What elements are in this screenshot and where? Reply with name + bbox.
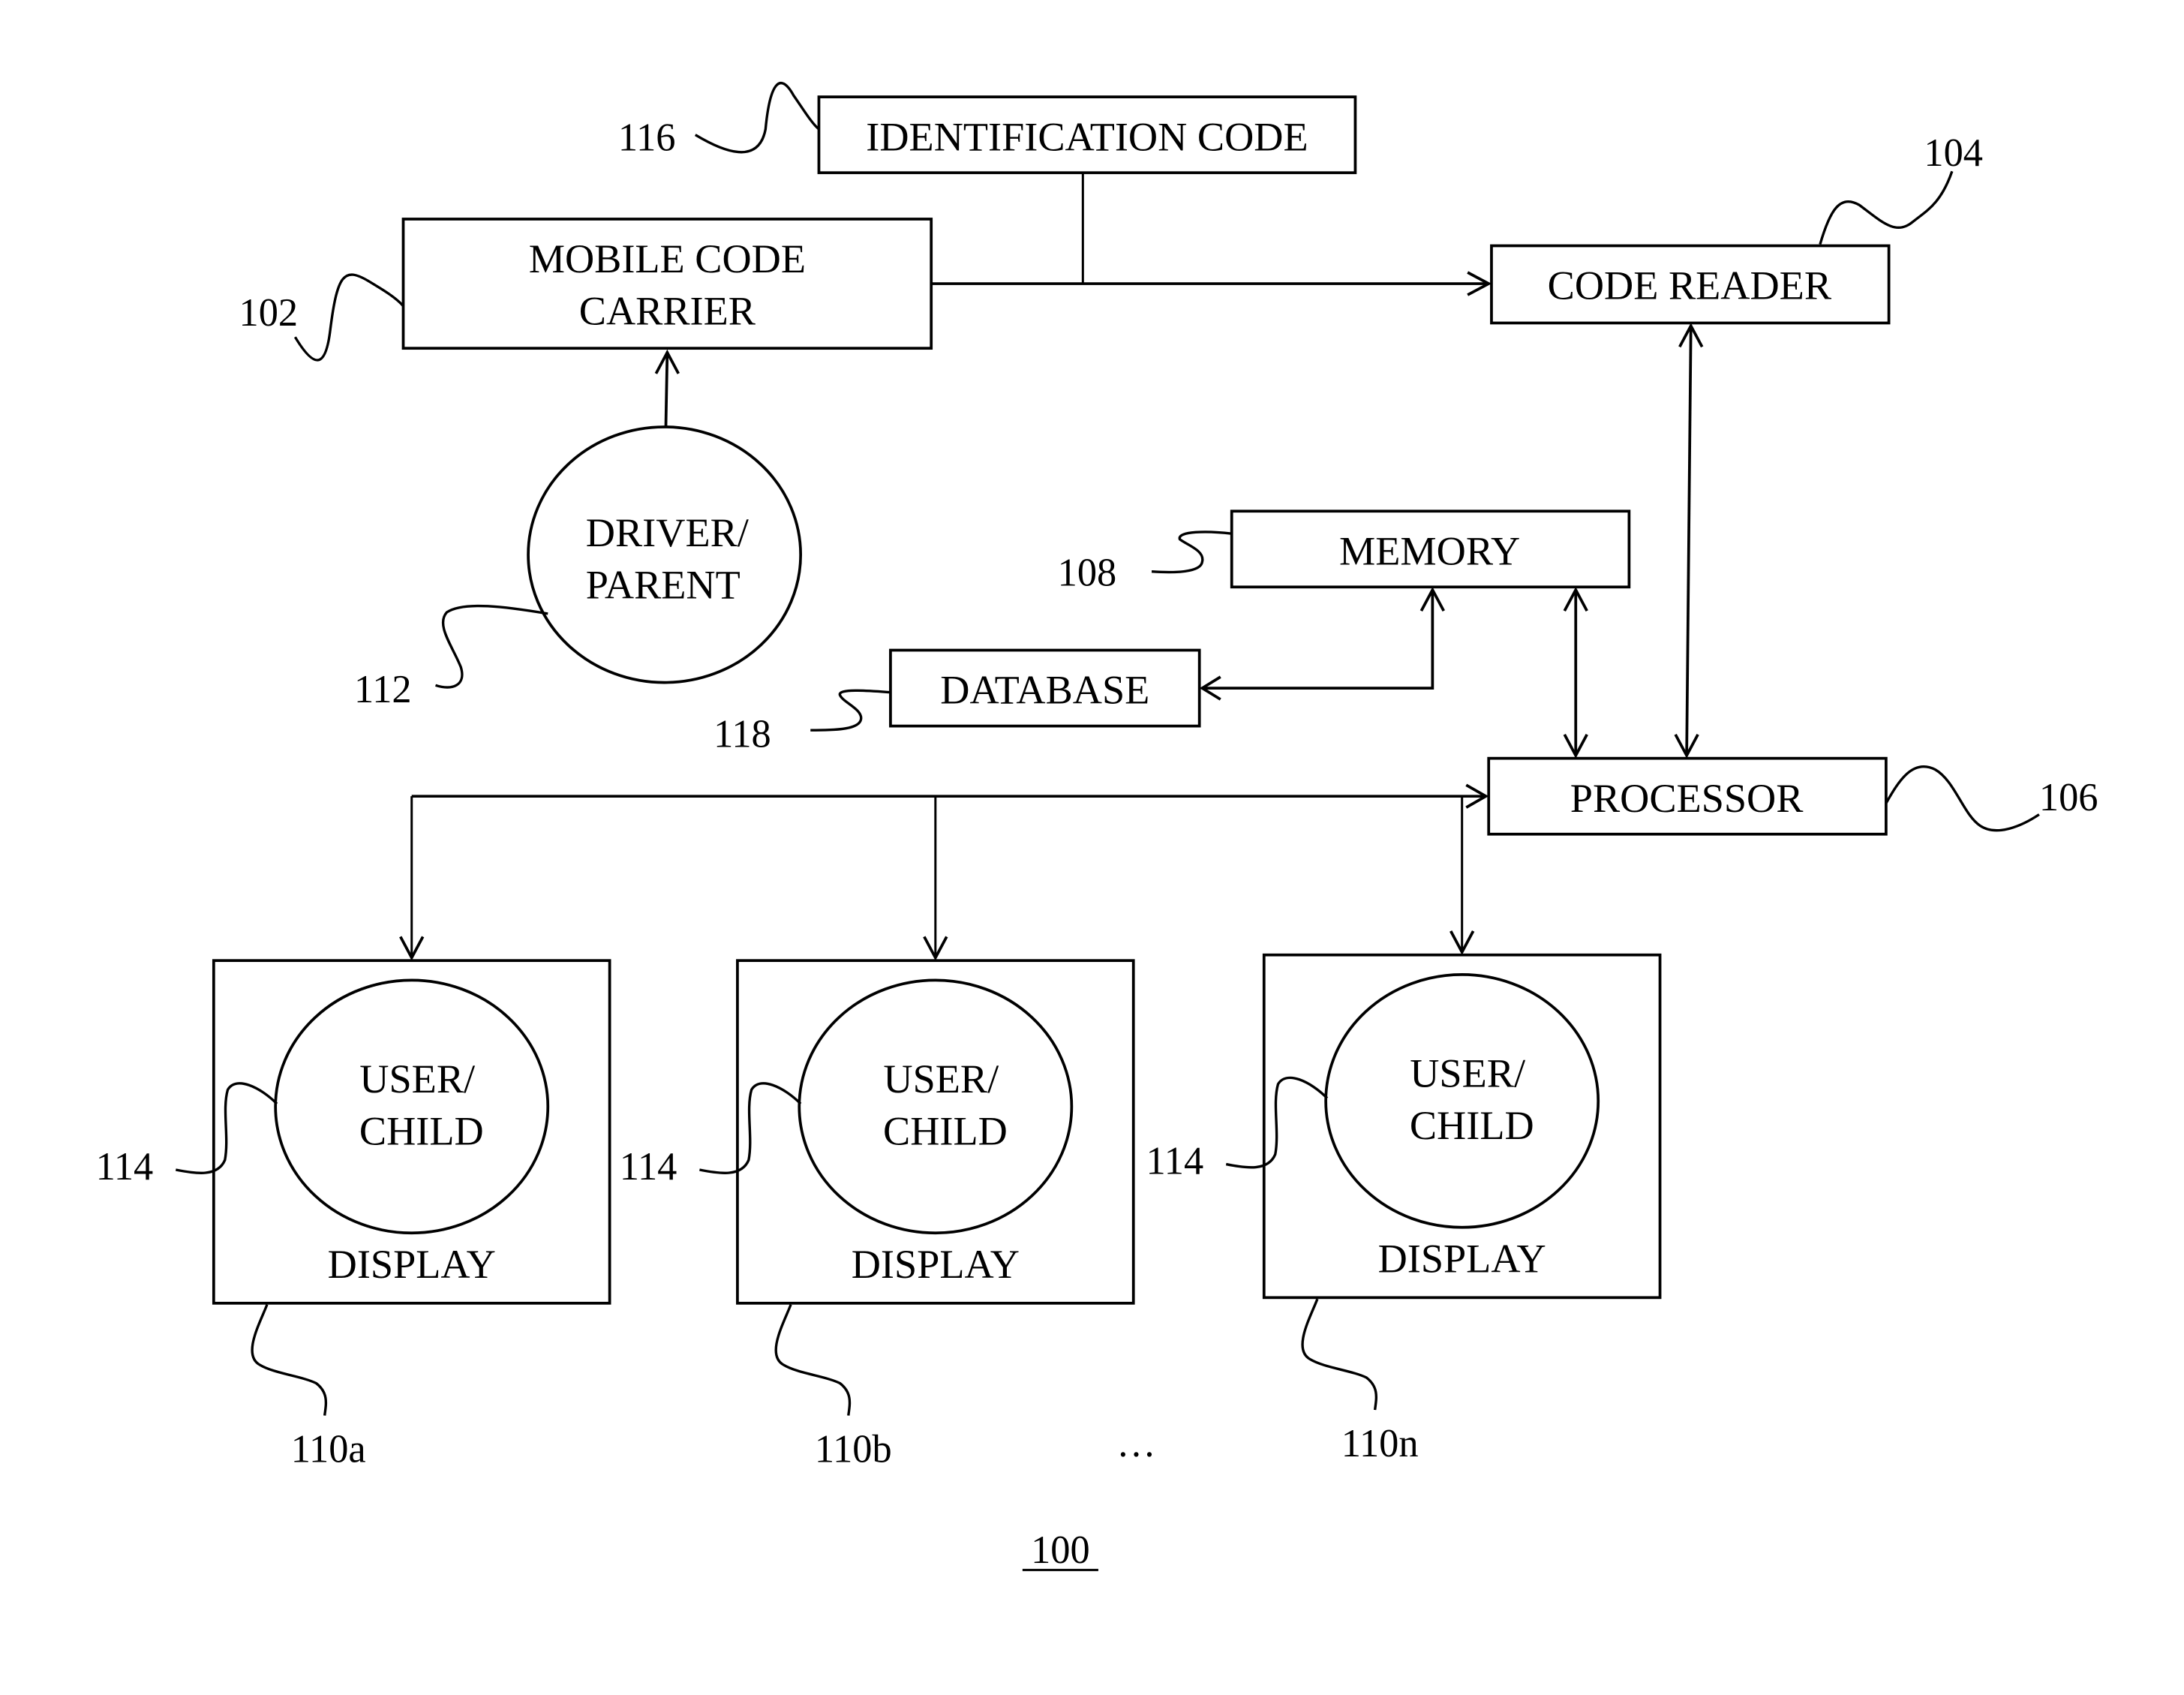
user-child-label-b-line1: USER/: [883, 1056, 999, 1101]
ref-108: 108: [1058, 551, 1117, 594]
ref-102: 102: [239, 291, 299, 335]
ref-110a: 110a: [291, 1427, 366, 1471]
ref-104: 104: [1924, 131, 1983, 175]
user-child-label-n-line1: USER/: [1410, 1051, 1526, 1096]
user-child-ellipse-b: [798, 978, 1074, 1235]
driver-parent-node: DRIVER/ PARENT: [527, 425, 803, 684]
user-child-ellipse-a: [274, 978, 550, 1235]
display-node-b: USER/ CHILD DISPLAY: [736, 959, 1135, 1305]
code-reader-label: CODE READER: [1548, 263, 1832, 308]
display-label-b: DISPLAY: [852, 1242, 1020, 1287]
leader-108: [1151, 530, 1232, 574]
ref-116: 116: [618, 116, 676, 159]
arrow-driver-to-carrier: [664, 352, 669, 427]
display-label-n: DISPLAY: [1378, 1237, 1546, 1282]
leader-102: [293, 273, 404, 362]
memory-node: MEMORY: [1230, 509, 1631, 589]
user-child-label-a-line2: CHILD: [359, 1108, 484, 1153]
arrow-reader-processor: [1685, 326, 1693, 756]
mobile-code-carrier-label-line2: CARRIER: [579, 288, 756, 333]
leader-116: [694, 82, 820, 154]
ellipsis: …: [1116, 1422, 1155, 1465]
display-label-a: DISPLAY: [328, 1242, 496, 1287]
user-child-label-n-line2: CHILD: [1410, 1103, 1534, 1148]
code-reader-node: CODE READER: [1490, 244, 1891, 325]
database-label: DATABASE: [940, 668, 1149, 713]
ref-110b: 110b: [815, 1427, 892, 1471]
leader-110b: [774, 1304, 852, 1416]
leader-110n: [1301, 1298, 1378, 1411]
ref-114-a: 114: [96, 1145, 154, 1189]
user-child-label-b-line2: CHILD: [883, 1108, 1008, 1153]
system-diagram: IDENTIFICATION CODE 116 MOBILE CODE CARR…: [96, 82, 2098, 1572]
database-node: DATABASE: [889, 648, 1201, 728]
ref-110n: 110n: [1341, 1422, 1419, 1465]
display-node-n: USER/ CHILD DISPLAY: [1262, 953, 1662, 1300]
ref-114-n: 114: [1146, 1140, 1204, 1183]
leader-104: [1819, 170, 1954, 245]
ref-118: 118: [713, 713, 771, 756]
figure-number: 100: [1031, 1528, 1090, 1572]
leader-118: [810, 689, 891, 732]
mobile-code-carrier-label-line1: MOBILE CODE: [529, 236, 806, 281]
memory-label: MEMORY: [1339, 528, 1520, 573]
ref-112: 112: [354, 668, 412, 711]
driver-parent-label-line2: PARENT: [586, 562, 741, 607]
ref-106: 106: [2039, 776, 2098, 819]
display-node-a: USER/ CHILD DISPLAY: [212, 959, 611, 1305]
driver-parent-label-line1: DRIVER/: [586, 510, 750, 555]
processor-label: PROCESSOR: [1570, 776, 1804, 821]
ref-114-b: 114: [620, 1145, 677, 1189]
identification-code-label: IDENTIFICATION CODE: [866, 114, 1308, 159]
user-child-ellipse-n: [1324, 973, 1600, 1229]
leader-112: [435, 604, 548, 689]
user-child-label-a-line1: USER/: [359, 1056, 476, 1101]
identification-code-node: IDENTIFICATION CODE: [817, 95, 1357, 175]
arrow-memory-database: [1202, 590, 1434, 690]
mobile-code-carrier-node: MOBILE CODE CARRIER: [401, 218, 933, 350]
processor-node: PROCESSOR: [1487, 756, 1888, 836]
leader-106: [1885, 765, 2040, 832]
leader-110a: [251, 1304, 328, 1416]
